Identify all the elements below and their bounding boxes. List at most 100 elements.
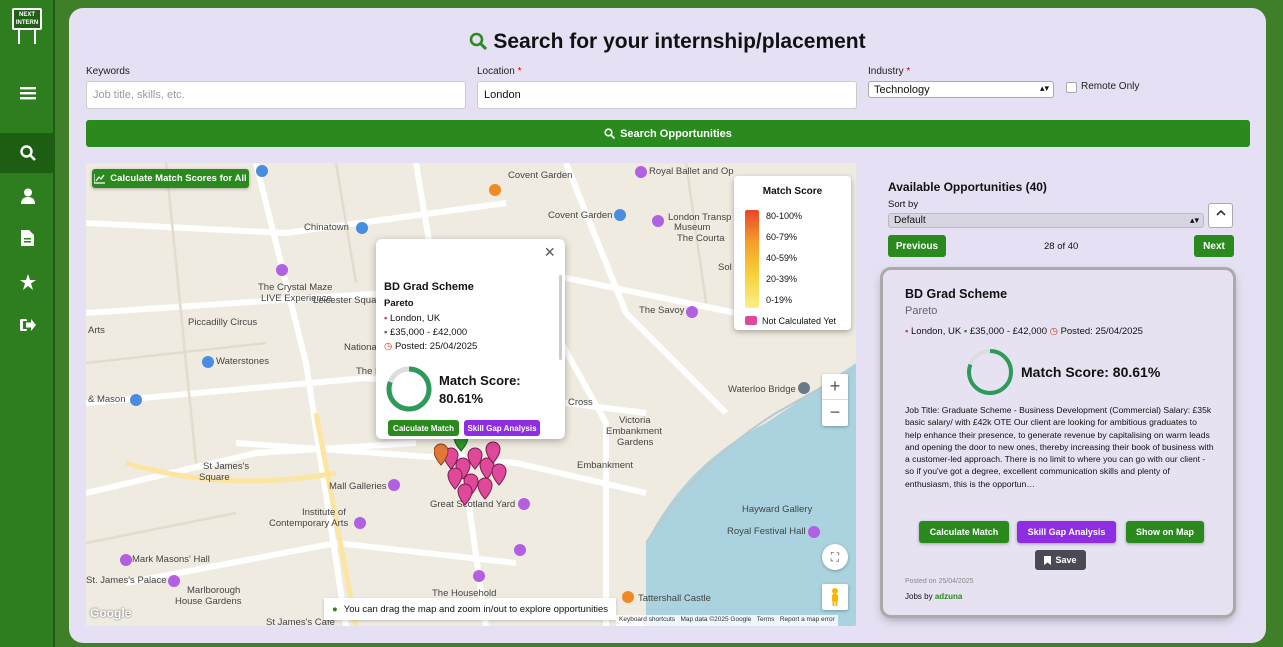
jobs-by-text: Jobs by <box>905 592 933 601</box>
card-match-ring <box>967 349 1013 395</box>
keywords-input[interactable]: Job title, skills, etc. <box>86 81 466 109</box>
poi-icon[interactable] <box>808 526 820 538</box>
map-label: Covent Garden <box>548 210 613 221</box>
map-label: Hayward Gallery <box>742 504 813 515</box>
menu-icon[interactable] <box>0 73 55 113</box>
save-button[interactable]: Save <box>1035 550 1086 570</box>
popup-title: BD Grad Scheme <box>384 281 474 293</box>
map-label: Institute of <box>302 507 346 518</box>
poi-icon[interactable] <box>356 222 368 234</box>
job-markers[interactable] <box>434 431 524 521</box>
popup-skill-gap-button[interactable]: Skill Gap Analysis <box>464 420 540 436</box>
document-icon[interactable] <box>0 218 55 258</box>
poi-icon[interactable] <box>614 209 626 221</box>
card-posted: Posted: 25/04/2025 <box>1060 326 1143 337</box>
poi-icon[interactable] <box>276 264 288 276</box>
card-skill-gap-button[interactable]: Skill Gap Analysis <box>1017 521 1116 543</box>
chevron-up-icon <box>1215 209 1226 216</box>
search-button-label: Search Opportunities <box>620 127 732 140</box>
map[interactable]: Covent Garden Royal Ballet and Op Covent… <box>86 163 856 626</box>
calc-all-label: Calculate Match Scores for All <box>110 173 247 184</box>
job-card: BD Grad Scheme Pareto ▪ London, UK ▪ £35… <box>883 270 1233 615</box>
show-on-map-button[interactable]: Show on Map <box>1126 521 1204 543</box>
match-ring <box>386 366 432 412</box>
remote-only-label: Remote Only <box>1081 81 1140 92</box>
location-input[interactable]: London <box>477 81 857 109</box>
poi-icon[interactable] <box>130 394 142 406</box>
logout-icon[interactable] <box>0 305 55 345</box>
map-label: The Courta <box>677 233 725 244</box>
poi-icon[interactable] <box>473 570 485 582</box>
map-hint: ● You can drag the map and zoom in/out t… <box>324 598 616 620</box>
poi-icon[interactable] <box>256 165 268 177</box>
search-opportunities-button[interactable]: Search Opportunities <box>86 120 1250 147</box>
map-label: & Mason <box>88 394 126 405</box>
map-label: Museum <box>674 222 711 233</box>
map-label: The Savoy <box>639 305 685 316</box>
poi-icon[interactable] <box>120 554 132 566</box>
location-label: Location * <box>477 66 522 77</box>
map-attribution: Keyboard shortcuts Map data ©2025 Google… <box>616 615 838 626</box>
card-meta: ▪ London, UK ▪ £35,000 - £42,000 ◷ Poste… <box>905 326 1143 337</box>
legend-not-calc-swatch <box>745 316 757 325</box>
map-label: Waterloo Bridge <box>728 384 796 395</box>
street-view-icon[interactable] <box>822 584 848 610</box>
terms-link[interactable]: Terms <box>757 616 775 623</box>
app-logo[interactable]: NEXT INTERN <box>10 8 44 46</box>
map-label: House Gardens <box>175 596 242 607</box>
required-mark: * <box>906 66 911 77</box>
map-label: Royal Ballet and Op <box>649 166 734 177</box>
card-company: Pareto <box>905 305 938 317</box>
poi-icon[interactable] <box>202 356 214 368</box>
legend-title: Match Score <box>762 186 823 197</box>
adzuna-logo[interactable]: adzuna <box>935 592 963 601</box>
search-icon[interactable] <box>0 133 55 173</box>
popup-company: Pareto <box>384 298 414 309</box>
main-panel: Search for your internship/placement Key… <box>69 8 1266 643</box>
poi-icon[interactable] <box>798 382 810 394</box>
legend-range: 60-79% <box>766 232 798 242</box>
card-calculate-button[interactable]: Calculate Match <box>919 521 1009 543</box>
poi-icon[interactable] <box>388 479 400 491</box>
required-mark: * <box>517 66 522 77</box>
sort-value: Default <box>894 215 926 226</box>
clock-icon: ◷ <box>384 341 393 352</box>
poi-icon[interactable] <box>168 575 180 587</box>
poi-icon[interactable] <box>354 517 366 529</box>
recenter-icon[interactable]: ⛶ <box>822 544 848 570</box>
sort-select[interactable]: Default ▴▾ <box>888 213 1204 228</box>
legend-range: 40-59% <box>766 253 798 263</box>
map-label: Tattershall Castle <box>638 593 711 604</box>
poi-icon[interactable] <box>514 544 526 556</box>
next-button[interactable]: Next <box>1194 235 1234 257</box>
map-label: Embankment <box>577 460 633 471</box>
poi-icon[interactable] <box>489 184 501 196</box>
map-label: Royal Festival Hall <box>727 526 806 537</box>
report-error-link[interactable]: Report a map error <box>780 616 835 623</box>
select-arrow-icon: ▴▾ <box>1189 215 1199 225</box>
legend-range: 80-100% <box>766 211 803 221</box>
poi-icon[interactable] <box>652 215 664 227</box>
zoom-in-button[interactable]: + <box>822 374 848 400</box>
zoom-out-button[interactable]: − <box>822 400 848 426</box>
popup-scrollbar[interactable] <box>559 275 562 360</box>
popup-match-value: 80.61% <box>439 391 484 406</box>
remote-only-checkbox[interactable] <box>1066 82 1077 93</box>
close-icon[interactable]: × <box>544 242 555 263</box>
collapse-button[interactable] <box>1208 203 1233 228</box>
poi-icon[interactable] <box>686 306 698 318</box>
industry-select[interactable]: Technology ▴▾ <box>868 81 1054 98</box>
popup-calculate-button[interactable]: Calculate Match <box>388 420 459 436</box>
map-label: Mark Masons' Hall <box>132 554 210 565</box>
poi-icon[interactable] <box>635 166 647 178</box>
poi-icon[interactable] <box>622 591 634 603</box>
map-label: Chinatown <box>304 222 349 233</box>
keyboard-shortcuts-link[interactable]: Keyboard shortcuts <box>619 616 675 623</box>
map-label: St. James's Palace <box>86 575 167 586</box>
calculate-all-button[interactable]: Calculate Match Scores for All <box>92 169 249 188</box>
jobs-by: Jobs by adzuna <box>905 592 962 601</box>
user-icon[interactable] <box>0 176 55 216</box>
star-icon[interactable] <box>0 262 55 302</box>
map-label: Marlborough <box>187 585 241 596</box>
previous-button[interactable]: Previous <box>888 235 946 257</box>
